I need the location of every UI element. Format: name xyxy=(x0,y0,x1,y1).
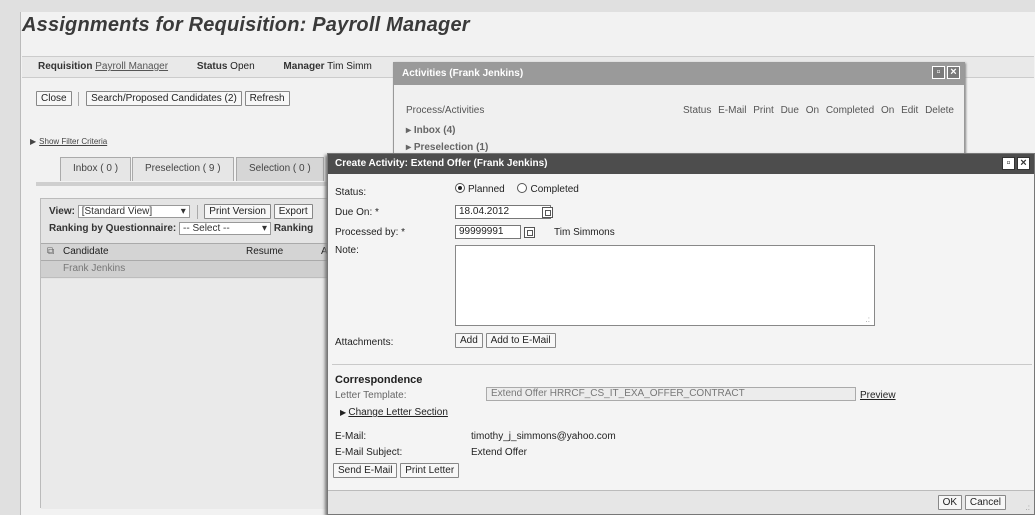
note-textarea[interactable]: .: xyxy=(455,245,875,326)
change-letter-section-link[interactable]: ▶ Change Letter Section xyxy=(340,407,448,418)
resize-grip-icon[interactable]: .: xyxy=(1026,503,1030,512)
ranking-row: Ranking by Questionnaire: -- Select -- ▾ … xyxy=(41,221,329,237)
create-activity-window: Create Activity: Extend Offer (Frank Jen… xyxy=(327,153,1035,515)
activity-group-inbox[interactable]: ▸ Inbox (4) xyxy=(406,125,455,136)
letter-template-label: Letter Template: xyxy=(335,390,407,401)
activities-header: Process/Activities Status E-Mail Print D… xyxy=(406,105,954,116)
radio-planned[interactable]: Planned xyxy=(455,183,505,195)
activity-group-preselection[interactable]: ▸ Preselection (1) xyxy=(406,142,488,153)
correspondence-buttons: Send E-Mail Print Letter xyxy=(333,463,460,478)
create-activity-title-bar: Create Activity: Extend Offer (Frank Jen… xyxy=(328,154,1034,174)
view-separator xyxy=(196,204,198,219)
due-on-label: Due On: * xyxy=(335,207,379,218)
preview-link[interactable]: Preview xyxy=(860,390,896,401)
print-version-button[interactable]: Print Version xyxy=(204,204,271,219)
tab-selection[interactable]: Selection ( 0 ) xyxy=(236,157,324,181)
view-row: View: [Standard View] ▾ Print Version Exp… xyxy=(41,199,329,221)
triangle-right-icon: ▶ xyxy=(30,137,37,146)
send-email-button[interactable]: Send E-Mail xyxy=(333,463,398,478)
grid-body-empty xyxy=(41,279,331,509)
radio-selected-icon xyxy=(455,183,465,193)
triangle-right-icon: ▸ xyxy=(406,142,414,153)
maximize-icon[interactable]: ▫ xyxy=(1002,157,1015,170)
view-select[interactable]: [Standard View] ▾ xyxy=(77,205,190,218)
window-controls: ▫ × xyxy=(1000,157,1030,170)
attachments-label: Attachments: xyxy=(335,337,394,348)
print-letter-button[interactable]: Print Letter xyxy=(400,463,460,478)
resize-grip-icon[interactable]: .: xyxy=(866,315,870,324)
search-candidates-button[interactable]: Search/Proposed Candidates (2) xyxy=(86,91,242,106)
tab-inbox[interactable]: Inbox ( 0 ) xyxy=(60,157,132,181)
section-divider xyxy=(332,364,1032,365)
attachment-buttons: Add Add to E-Mail xyxy=(455,333,556,348)
dialog-buttons: OK Cancel xyxy=(937,495,1006,510)
processed-by-name: Tim Simmons xyxy=(554,227,615,238)
table-row[interactable]: Frank Jenkins xyxy=(41,261,331,278)
radio-empty-icon xyxy=(517,183,528,193)
page-title: Assignments for Requisition: Payroll Man… xyxy=(22,14,470,36)
email-subject-value: Extend Offer xyxy=(471,447,527,458)
col-resume[interactable]: Resume xyxy=(246,244,283,260)
grid-header: ⧉ Candidate Resume A xyxy=(41,243,331,261)
manager-label: Manager xyxy=(283,61,325,72)
maximize-icon[interactable]: ▫ xyxy=(932,66,945,79)
main-toolbar: Close Search/Proposed Candidates (2) Ref… xyxy=(36,91,290,106)
chevron-down-icon: ▾ xyxy=(180,206,186,217)
ok-button[interactable]: OK xyxy=(937,495,963,510)
tab-strip: Inbox ( 0 ) Preselection ( 9 ) Selection… xyxy=(40,157,340,183)
window-controls: ▫ × xyxy=(930,66,960,79)
candidate-list-panel: View: [Standard View] ▾ Print Version Exp… xyxy=(40,198,331,509)
close-icon[interactable]: × xyxy=(947,66,960,79)
ranking-label: Ranking by Questionnaire: xyxy=(49,223,177,235)
activities-window: Activities (Frank Jenkins) ▫ × Process/Ac… xyxy=(393,62,965,158)
candidate-name: Frank Jenkins xyxy=(63,263,126,274)
status-value: Open xyxy=(230,61,255,72)
requisition-label: Requisition xyxy=(38,61,93,72)
export-button[interactable]: Export xyxy=(273,204,313,219)
tab-preselection[interactable]: Preselection ( 9 ) xyxy=(132,157,234,181)
add-attachment-button[interactable]: Add xyxy=(455,333,483,348)
status-radio-group: Planned Completed xyxy=(455,183,579,195)
processed-by-label: Processed by: * xyxy=(335,227,406,238)
activities-columns: Status E-Mail Print Due On Completed On … xyxy=(683,105,954,116)
refresh-button[interactable]: Refresh xyxy=(244,91,290,106)
close-button[interactable]: Close xyxy=(36,91,72,106)
chevron-down-icon: ▾ xyxy=(262,223,268,234)
triangle-right-icon: ▸ xyxy=(406,125,414,136)
manager-value: Tim Simm xyxy=(327,61,372,72)
ranking-select[interactable]: -- Select -- ▾ xyxy=(179,222,272,235)
radio-completed[interactable]: Completed xyxy=(517,183,579,195)
ranking-label-2: Ranking xyxy=(273,223,314,235)
calendar-icon[interactable] xyxy=(542,207,553,218)
correspondence-heading: Correspondence xyxy=(335,374,423,386)
dialog-button-bar: OK Cancel .: xyxy=(328,490,1034,514)
candidate-grid: ⧉ Candidate Resume A Frank Jenkins xyxy=(41,243,331,278)
email-subject-label: E-Mail Subject: xyxy=(335,447,403,458)
tab-underline xyxy=(36,182,336,186)
show-filter-criteria-link[interactable]: ▶ Show Filter Criteria xyxy=(30,136,110,147)
activities-window-title: Activities (Frank Jenkins) ▫ × xyxy=(394,63,964,85)
status-label: Status: xyxy=(335,187,367,198)
col-process-activities: Process/Activities xyxy=(406,105,485,116)
view-label: View: xyxy=(49,206,75,218)
email-label: E-Mail: xyxy=(335,431,367,442)
due-on-input[interactable]: 18.04.2012 xyxy=(455,205,551,219)
close-icon[interactable]: × xyxy=(1017,157,1030,170)
toolbar-separator xyxy=(78,91,80,106)
letter-template-field: Extend Offer HRRCF_CS_IT_EXA_OFFER_CONTR… xyxy=(486,387,856,401)
email-value: timothy_j_simmons@yahoo.com xyxy=(471,431,616,442)
status-label: Status xyxy=(196,61,228,72)
requisition-link[interactable]: Payroll Manager xyxy=(95,61,168,72)
note-label: Note: xyxy=(335,245,359,256)
cancel-button[interactable]: Cancel xyxy=(964,495,1006,510)
value-help-icon[interactable] xyxy=(524,227,535,238)
processed-by-input[interactable]: 99999991 xyxy=(455,225,521,239)
column-settings-icon[interactable]: ⧉ xyxy=(47,244,54,260)
add-to-email-button[interactable]: Add to E-Mail xyxy=(485,333,556,348)
col-candidate[interactable]: Candidate xyxy=(63,244,109,260)
